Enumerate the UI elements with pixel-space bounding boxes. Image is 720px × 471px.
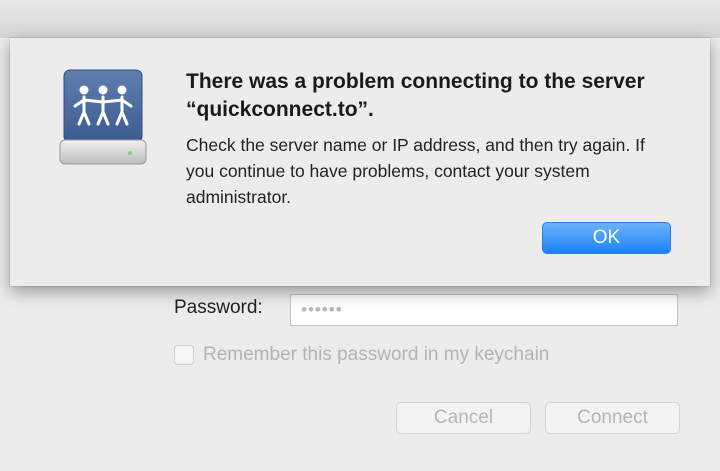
connect-button[interactable]: Connect bbox=[545, 402, 680, 434]
alert-title: There was a problem connecting to the se… bbox=[186, 70, 645, 121]
remember-password-checkbox[interactable] bbox=[174, 345, 194, 365]
remember-password-label: Remember this password in my keychain bbox=[203, 344, 550, 365]
alert-message: Check the server name or IP address, and… bbox=[186, 135, 645, 207]
password-field[interactable]: •••••• bbox=[290, 294, 678, 326]
remember-password-row[interactable]: Remember this password in my keychain bbox=[174, 344, 549, 366]
shared-server-drive-icon bbox=[58, 68, 148, 168]
error-alert: There was a problem connecting to the se… bbox=[10, 38, 710, 286]
ok-button[interactable]: OK bbox=[542, 222, 671, 254]
password-label: Password: bbox=[174, 297, 263, 318]
window-titlebar bbox=[0, 0, 720, 39]
cancel-button[interactable]: Cancel bbox=[396, 402, 531, 434]
